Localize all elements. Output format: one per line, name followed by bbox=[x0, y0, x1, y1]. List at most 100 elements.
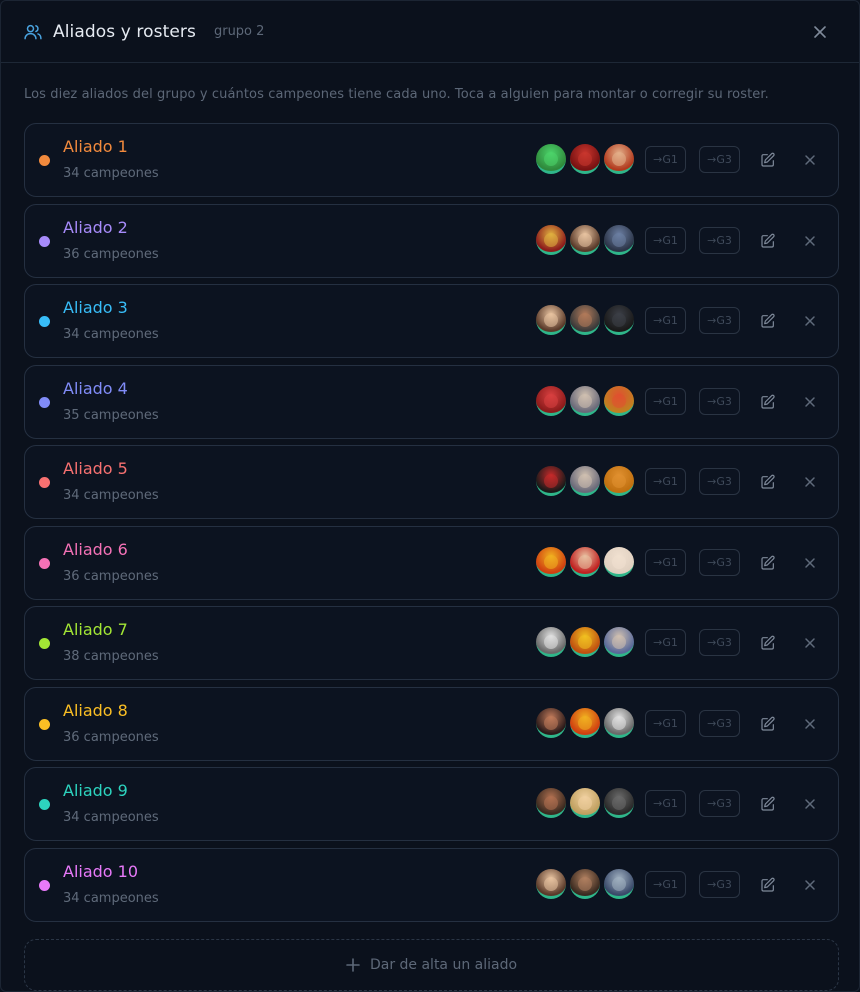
add-ally-label: Dar de alta un aliado bbox=[369, 957, 518, 973]
move-to-g1-button[interactable]: →G1 bbox=[645, 387, 686, 415]
ally-card[interactable]: Aliado 5 34 campeones →G1 →G3 bbox=[24, 445, 839, 519]
ally-champion-count: 34 campeones bbox=[63, 810, 159, 825]
ally-card[interactable]: Aliado 8 36 campeones →G1 →G3 bbox=[24, 686, 839, 761]
champion-avatar bbox=[570, 385, 600, 416]
remove-icon[interactable] bbox=[804, 557, 816, 569]
ally-color-dot bbox=[39, 799, 50, 810]
champion-avatar bbox=[604, 466, 634, 496]
champion-avatar bbox=[570, 144, 600, 174]
ally-card[interactable]: Aliado 1 34 campeones →G1 →G3 bbox=[24, 123, 839, 197]
remove-icon[interactable] bbox=[804, 798, 816, 810]
remove-icon[interactable] bbox=[804, 154, 816, 166]
move-to-g3-button[interactable]: →G3 bbox=[699, 226, 740, 254]
ally-champion-count: 36 campeones bbox=[63, 568, 159, 584]
ally-list: Aliado 1 34 campeones →G1 →G3 Aliado 2 36 cam… bbox=[24, 123, 839, 928]
champion-avatars bbox=[536, 707, 638, 738]
remove-icon[interactable] bbox=[804, 396, 816, 408]
move-to-g1-button[interactable]: →G1 bbox=[645, 548, 686, 576]
move-to-g3-button[interactable]: →G3 bbox=[699, 307, 740, 334]
ally-champion-count: 34 campeones bbox=[63, 890, 159, 906]
champion-avatar bbox=[536, 546, 566, 577]
ally-champion-count: 35 campeones bbox=[63, 407, 159, 423]
champion-avatar bbox=[570, 868, 600, 899]
ally-card[interactable]: Aliado 4 35 campeones →G1 →G3 bbox=[24, 364, 839, 439]
ally-card[interactable]: Aliado 7 38 campeones →G1 →G3 bbox=[24, 606, 839, 680]
ally-champion-count: 34 campeones bbox=[63, 166, 159, 181]
ally-name: Aliado 7 bbox=[63, 620, 128, 639]
move-to-g3-button[interactable]: →G3 bbox=[699, 387, 740, 415]
ally-champion-count: 34 campeones bbox=[63, 327, 159, 342]
move-to-g3-button[interactable]: →G3 bbox=[699, 709, 740, 737]
remove-icon[interactable] bbox=[804, 879, 816, 891]
champion-avatar bbox=[570, 627, 600, 657]
move-to-g3-button[interactable]: →G3 bbox=[699, 548, 740, 576]
move-to-g1-button[interactable]: →G1 bbox=[645, 307, 686, 334]
champion-avatar bbox=[536, 385, 566, 416]
move-to-g1-button[interactable]: →G1 bbox=[645, 709, 686, 737]
move-to-g1-button[interactable]: →G1 bbox=[645, 870, 686, 898]
champion-avatars bbox=[536, 546, 638, 577]
champion-avatar bbox=[604, 788, 634, 818]
ally-color-dot bbox=[39, 316, 50, 327]
move-to-g3-button[interactable]: →G3 bbox=[699, 790, 740, 817]
ally-card[interactable]: Aliado 10 34 campeones →G1 →G3 bbox=[24, 847, 839, 922]
remove-icon[interactable] bbox=[804, 315, 816, 327]
edit-icon[interactable] bbox=[760, 394, 776, 410]
move-to-g1-button[interactable]: →G1 bbox=[645, 226, 686, 254]
edit-icon[interactable] bbox=[760, 555, 776, 571]
remove-icon[interactable] bbox=[804, 718, 816, 730]
ally-name: Aliado 1 bbox=[63, 137, 128, 156]
close-icon[interactable] bbox=[811, 23, 829, 41]
move-to-g1-button[interactable]: →G1 bbox=[645, 468, 686, 495]
champion-avatar bbox=[570, 707, 600, 738]
champion-avatar bbox=[570, 466, 600, 496]
champion-avatars bbox=[536, 385, 638, 416]
champion-avatar bbox=[536, 305, 566, 335]
champion-avatar bbox=[536, 788, 566, 818]
move-to-g1-button[interactable]: →G1 bbox=[645, 146, 686, 173]
champion-avatar bbox=[570, 224, 600, 255]
ally-name: Aliado 8 bbox=[63, 700, 128, 720]
edit-icon[interactable] bbox=[760, 313, 776, 329]
add-ally-button[interactable]: Dar de alta un aliado bbox=[24, 939, 839, 991]
ally-card[interactable]: Aliado 2 36 campeones →G1 →G3 bbox=[24, 203, 839, 278]
champion-avatar bbox=[604, 385, 634, 416]
champion-avatars bbox=[536, 868, 638, 899]
champion-avatar bbox=[536, 707, 566, 738]
edit-icon[interactable] bbox=[760, 474, 776, 490]
ally-card[interactable]: Aliado 3 34 campeones →G1 →G3 bbox=[24, 284, 839, 358]
move-to-g1-button[interactable]: →G1 bbox=[645, 790, 686, 817]
ally-color-dot bbox=[39, 638, 50, 649]
move-to-g3-button[interactable]: →G3 bbox=[699, 146, 740, 173]
users-icon bbox=[23, 22, 43, 42]
edit-icon[interactable] bbox=[760, 233, 776, 249]
move-to-g3-button[interactable]: →G3 bbox=[699, 468, 740, 495]
champion-avatar bbox=[604, 868, 634, 899]
champion-avatar bbox=[604, 224, 634, 255]
remove-icon[interactable] bbox=[804, 235, 816, 247]
edit-icon[interactable] bbox=[760, 716, 776, 732]
ally-name: Aliado 4 bbox=[63, 378, 128, 398]
champion-avatars bbox=[536, 466, 638, 496]
champion-avatar bbox=[604, 144, 634, 174]
remove-icon[interactable] bbox=[804, 476, 816, 488]
edit-icon[interactable] bbox=[760, 877, 776, 893]
champion-avatars bbox=[536, 224, 638, 255]
ally-card[interactable]: Aliado 9 34 campeones →G1 →G3 bbox=[24, 767, 839, 841]
champion-avatar bbox=[536, 868, 566, 899]
ally-card[interactable]: Aliado 6 36 campeones →G1 →G3 bbox=[24, 525, 839, 600]
move-to-g3-button[interactable]: →G3 bbox=[699, 629, 740, 656]
ally-champion-count: 34 campeones bbox=[63, 488, 159, 503]
move-to-g1-button[interactable]: →G1 bbox=[645, 629, 686, 656]
remove-icon[interactable] bbox=[804, 637, 816, 649]
ally-color-dot bbox=[39, 235, 50, 247]
ally-color-dot bbox=[39, 155, 50, 166]
ally-name: Aliado 6 bbox=[63, 539, 128, 559]
move-to-g3-button[interactable]: →G3 bbox=[699, 870, 740, 898]
edit-icon[interactable] bbox=[760, 796, 776, 812]
ally-champion-count: 38 campeones bbox=[63, 649, 159, 664]
ally-color-dot bbox=[39, 477, 50, 488]
champion-avatar bbox=[536, 224, 566, 255]
edit-icon[interactable] bbox=[760, 635, 776, 651]
edit-icon[interactable] bbox=[760, 152, 776, 168]
